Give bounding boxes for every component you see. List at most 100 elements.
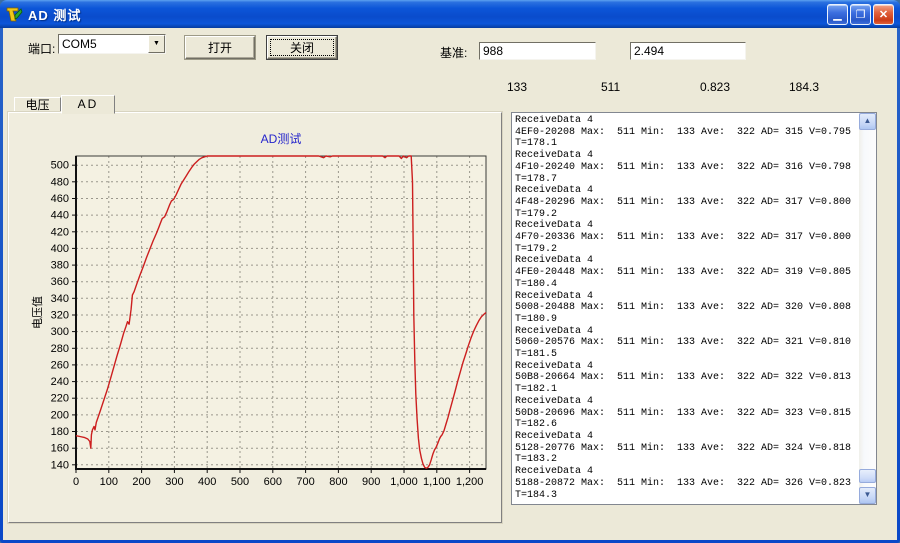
svg-text:1,000: 1,000: [390, 476, 418, 488]
log-line: 4F10-20240 Max: 511 Min: 133 Ave: 322 AD…: [515, 162, 857, 174]
svg-text:480: 480: [51, 176, 69, 188]
log-line: T=180.4: [515, 279, 857, 291]
log-line: 4EF0-20208 Max: 511 Min: 133 Ave: 322 AD…: [515, 127, 857, 139]
title-bar[interactable]: AD 测试 ▁ ❐ ✕: [0, 0, 900, 28]
stat-temp-value: 184.3: [789, 80, 819, 94]
log-line: 5188-20872 Max: 511 Min: 133 Ave: 322 AD…: [515, 478, 857, 490]
svg-text:1,100: 1,100: [423, 476, 451, 488]
svg-text:900: 900: [362, 476, 380, 488]
log-line: 50B8-20664 Max: 511 Min: 133 Ave: 322 AD…: [515, 372, 857, 384]
minimize-button[interactable]: ▁: [827, 4, 848, 25]
log-line: 5008-20488 Max: 511 Min: 133 Ave: 322 AD…: [515, 302, 857, 314]
reference-input-2[interactable]: [630, 42, 746, 60]
log-line: ReceiveData 4: [515, 431, 857, 443]
svg-text:200: 200: [51, 409, 69, 421]
svg-text:360: 360: [51, 276, 69, 288]
svg-text:电压值: 电压值: [31, 296, 44, 329]
log-line: T=182.1: [515, 384, 857, 396]
svg-text:220: 220: [51, 393, 69, 405]
log-line: 50D8-20696 Max: 511 Min: 133 Ave: 322 AD…: [515, 408, 857, 420]
app-logo-icon: [6, 6, 23, 23]
log-line: 4F48-20296 Max: 511 Min: 133 Ave: 322 AD…: [515, 197, 857, 209]
log-line: ReceiveData 4: [515, 361, 857, 373]
svg-text:140: 140: [51, 459, 69, 471]
port-combobox-value: COM5: [59, 35, 148, 53]
close-icon: ✕: [874, 6, 893, 24]
stat-max-value: 511: [601, 80, 620, 94]
log-line: ReceiveData 4: [515, 326, 857, 338]
maximize-icon: ❐: [851, 6, 870, 24]
log-line: 5128-20776 Max: 511 Min: 133 Ave: 322 AD…: [515, 443, 857, 455]
log-line: ReceiveData 4: [515, 115, 857, 127]
log-line: T=184.3: [515, 490, 857, 502]
close-port-button[interactable]: 关闭: [267, 36, 337, 59]
svg-text:180: 180: [51, 426, 69, 438]
stat-voltage-value: 0.823: [700, 80, 730, 94]
svg-text:300: 300: [165, 476, 183, 488]
ad-chart: 1401601802002202402602803003203403603804…: [9, 113, 501, 522]
tab-voltage[interactable]: 电压: [14, 97, 61, 113]
log-line: ReceiveData 4: [515, 396, 857, 408]
log-line: ReceiveData 4: [515, 185, 857, 197]
close-button[interactable]: ✕: [873, 4, 894, 25]
reference-label: 基准:: [440, 44, 467, 61]
svg-text:460: 460: [51, 193, 69, 205]
svg-text:800: 800: [329, 476, 347, 488]
scroll-up-icon[interactable]: ▲: [859, 113, 876, 130]
svg-text:200: 200: [132, 476, 150, 488]
log-line: T=178.1: [515, 138, 857, 150]
svg-text:400: 400: [198, 476, 216, 488]
port-label: 端口:: [28, 40, 55, 57]
log-line: ReceiveData 4: [515, 466, 857, 478]
minimize-icon: ▁: [828, 6, 847, 24]
log-line: ReceiveData 4: [515, 150, 857, 162]
open-button[interactable]: 打开: [185, 36, 255, 59]
client-area: 端口: COM5 ▼ 打开 关闭 基准: 133 511 0.823 184.3…: [3, 28, 897, 540]
svg-text:500: 500: [51, 160, 69, 172]
svg-text:100: 100: [100, 476, 118, 488]
app-window: AD 测试 ▁ ❐ ✕ 端口: COM5 ▼ 打开 关闭 基准: 133 511…: [0, 0, 900, 543]
svg-text:420: 420: [51, 226, 69, 238]
reference-input-1[interactable]: [479, 42, 596, 60]
svg-text:320: 320: [51, 310, 69, 322]
window-title: AD 测试: [28, 5, 827, 24]
svg-text:240: 240: [51, 376, 69, 388]
svg-text:AD测试: AD测试: [261, 131, 302, 146]
scroll-down-icon[interactable]: ▼: [859, 487, 876, 504]
log-line: ReceiveData 4: [515, 255, 857, 267]
svg-text:0: 0: [73, 476, 79, 488]
svg-text:300: 300: [51, 326, 69, 338]
log-line: T=178.7: [515, 174, 857, 186]
svg-text:160: 160: [51, 443, 69, 455]
log-line: 4FE0-20448 Max: 511 Min: 133 Ave: 322 AD…: [515, 267, 857, 279]
svg-text:500: 500: [231, 476, 249, 488]
log-line: T=182.6: [515, 419, 857, 431]
svg-text:440: 440: [51, 210, 69, 222]
scrollbar-thumb[interactable]: [859, 469, 876, 483]
log-line: ReceiveData 4: [515, 291, 857, 303]
receive-log-panel[interactable]: ReceiveData 44EF0-20208 Max: 511 Min: 13…: [511, 112, 877, 505]
log-line: T=179.2: [515, 244, 857, 256]
log-scrollbar[interactable]: ▲ ▼: [859, 113, 876, 504]
dropdown-arrow-icon[interactable]: ▼: [148, 35, 165, 53]
svg-text:600: 600: [264, 476, 282, 488]
log-line: T=181.5: [515, 349, 857, 361]
svg-text:1,200: 1,200: [456, 476, 484, 488]
svg-text:340: 340: [51, 293, 69, 305]
log-line: T=183.2: [515, 454, 857, 466]
log-line: ReceiveData 4: [515, 220, 857, 232]
svg-text:380: 380: [51, 260, 69, 272]
log-list[interactable]: ReceiveData 44EF0-20208 Max: 511 Min: 13…: [513, 115, 857, 501]
log-line: T=179.2: [515, 209, 857, 221]
stat-min-value: 133: [507, 80, 527, 94]
log-line: 5060-20576 Max: 511 Min: 133 Ave: 322 AD…: [515, 337, 857, 349]
tab-ad[interactable]: AD: [61, 95, 115, 114]
maximize-button[interactable]: ❐: [850, 4, 871, 25]
log-line: T=180.9: [515, 314, 857, 326]
chart-panel: 1401601802002202402602803003203403603804…: [8, 112, 502, 523]
svg-text:700: 700: [296, 476, 314, 488]
svg-text:400: 400: [51, 243, 69, 255]
port-combobox[interactable]: COM5 ▼: [58, 34, 166, 54]
svg-text:260: 260: [51, 359, 69, 371]
log-line: 4F70-20336 Max: 511 Min: 133 Ave: 322 AD…: [515, 232, 857, 244]
